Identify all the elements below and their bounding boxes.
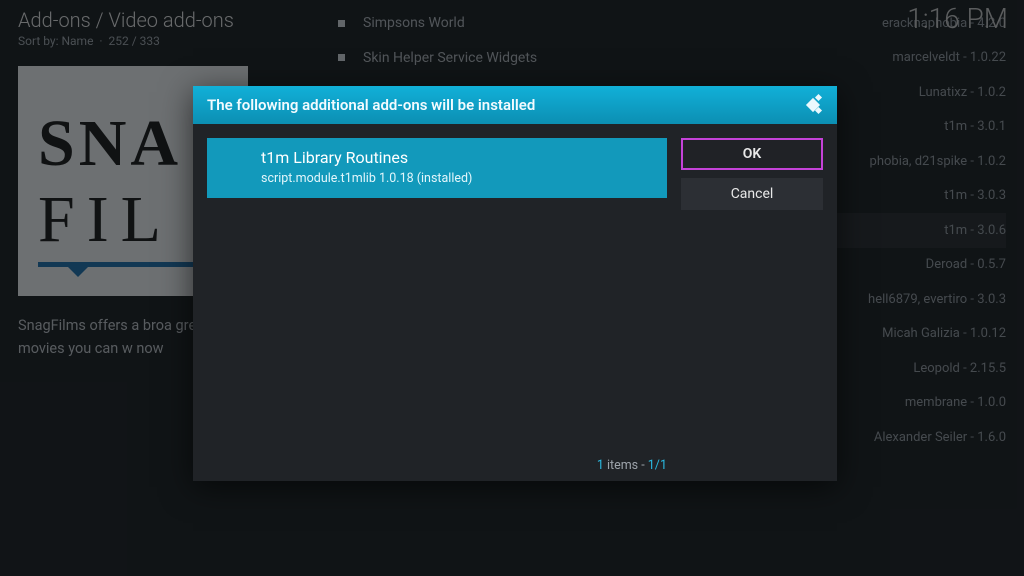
kodi-logo-icon (803, 95, 823, 115)
dialog-buttons: OK Cancel (681, 124, 837, 481)
dependency-name: t1m Library Routines (261, 148, 651, 167)
dialog-body: t1m Library Routines script.module.t1mli… (193, 124, 837, 481)
dialog-header: The following additional add-ons will be… (193, 86, 837, 124)
dependency-list: t1m Library Routines script.module.t1mli… (193, 124, 681, 481)
dependency-item[interactable]: t1m Library Routines script.module.t1mli… (207, 138, 667, 198)
ok-button[interactable]: OK (681, 138, 823, 170)
dependencies-dialog: The following additional add-ons will be… (193, 86, 837, 481)
footer-count: 1 (597, 458, 604, 473)
cancel-button[interactable]: Cancel (681, 178, 823, 210)
dialog-title: The following additional add-ons will be… (207, 96, 803, 114)
dependency-detail: script.module.t1mlib 1.0.18 (installed) (261, 171, 651, 186)
footer-page: 1/1 (648, 458, 667, 473)
dialog-footer: 1 items - 1/1 (597, 458, 667, 473)
footer-items-label: items - (604, 458, 648, 473)
